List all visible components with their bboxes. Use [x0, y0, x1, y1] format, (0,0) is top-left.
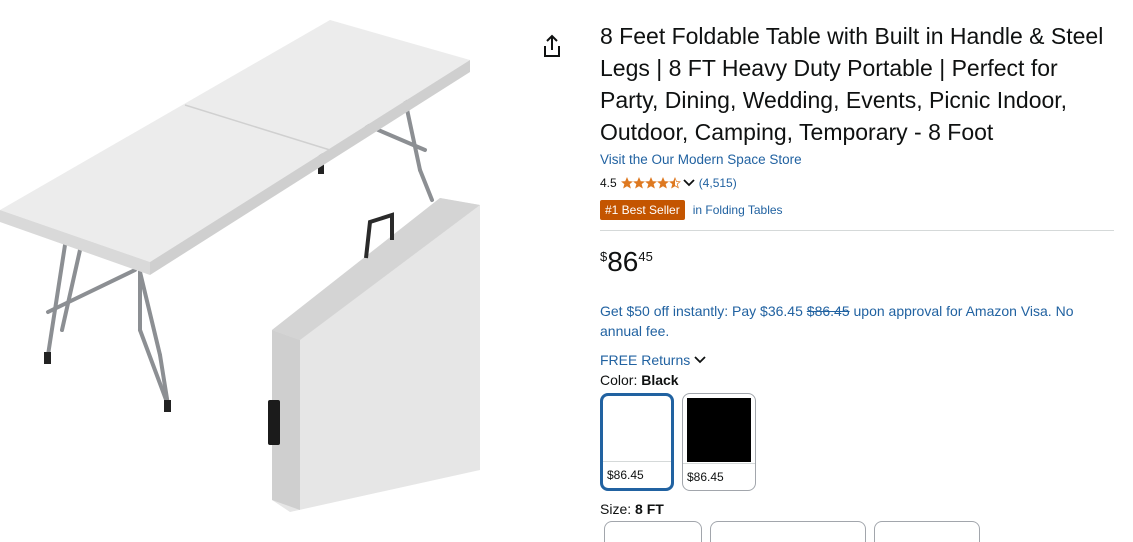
color-row: Color: Black	[600, 372, 1115, 388]
price-fraction: 45	[638, 249, 653, 264]
color-swatches: $86.45 $86.45	[600, 393, 1115, 491]
returns-label: FREE Returns	[600, 352, 691, 368]
swatch-chip	[605, 398, 669, 462]
rating-value: 4.5	[600, 176, 617, 190]
share-icon	[544, 34, 560, 57]
size-options	[604, 521, 988, 542]
rating-count[interactable]: (4,515)	[699, 176, 737, 190]
swatch-price: $86.45	[603, 461, 671, 488]
star-icon	[644, 177, 657, 189]
folding-table-image	[0, 20, 480, 512]
product-details: 8 Feet Foldable Table with Built in Hand…	[600, 20, 1115, 517]
size-option[interactable]	[604, 521, 702, 542]
star-icon	[668, 177, 681, 189]
size-row: Size: 8 FT	[600, 501, 1115, 517]
product-title: 8 Feet Foldable Table with Built in Hand…	[600, 23, 1104, 145]
star-icon	[620, 177, 633, 189]
size-value: 8 FT	[635, 501, 664, 517]
color-label: Color:	[600, 372, 642, 388]
card-offer[interactable]: Get $50 off instantly: Pay $36.45 $86.45…	[600, 301, 1115, 341]
color-swatch-black[interactable]: $86.45	[682, 393, 756, 491]
color-swatch-white[interactable]: $86.45	[600, 393, 674, 491]
offer-text-before: Get $50 off instantly: Pay $36.45	[600, 303, 807, 319]
swatch-price: $86.45	[683, 463, 755, 490]
star-rating[interactable]	[620, 177, 681, 189]
price: $ 86 45	[600, 247, 1115, 281]
color-value: Black	[641, 372, 679, 388]
best-seller-badge[interactable]: #1 Best Seller	[600, 200, 685, 220]
price-symbol: $	[600, 249, 608, 264]
divider	[600, 230, 1114, 231]
star-icon	[656, 177, 669, 189]
rating-row: 4.5 (4,515)	[600, 175, 1115, 191]
swatch-chip	[687, 398, 751, 462]
best-seller-row: #1 Best Seller in Folding Tables	[600, 200, 1115, 220]
best-seller-category[interactable]: in Folding Tables	[693, 203, 783, 217]
product-image[interactable]	[0, 0, 520, 530]
price-whole: 86	[607, 246, 639, 277]
offer-strike-price: $86.45	[806, 303, 850, 319]
share-button[interactable]	[541, 34, 563, 60]
store-link[interactable]: Visit the Our Modern Space Store	[600, 152, 802, 167]
chevron-down-icon[interactable]	[683, 178, 695, 188]
size-option[interactable]	[874, 521, 980, 542]
size-label: Size:	[600, 501, 636, 517]
free-returns[interactable]: FREE Returns	[600, 352, 1115, 368]
chevron-down-icon	[694, 356, 706, 364]
size-option[interactable]	[710, 521, 866, 542]
star-icon	[632, 177, 645, 189]
